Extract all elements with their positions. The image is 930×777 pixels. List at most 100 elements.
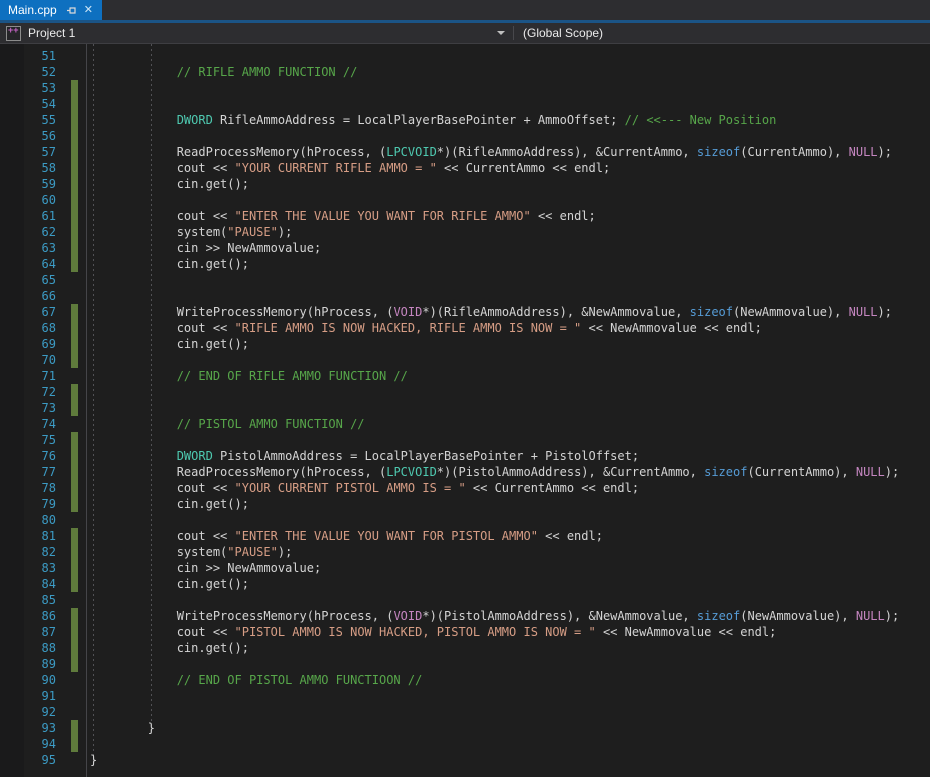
chevron-down-icon[interactable] xyxy=(497,31,505,35)
line-number[interactable]: 86 xyxy=(0,608,56,624)
line-number[interactable]: 89 xyxy=(0,656,56,672)
line-number[interactable]: 65 xyxy=(0,272,56,288)
line-number[interactable]: 77 xyxy=(0,464,56,480)
code-line[interactable]: 68 cout << "RIFLE AMMO IS NOW HACKED, RI… xyxy=(0,320,930,336)
global-scope-dropdown[interactable]: (Global Scope) xyxy=(514,23,930,43)
line-number[interactable]: 87 xyxy=(0,624,56,640)
code-line[interactable]: 72 xyxy=(0,384,930,400)
code-line[interactable]: 83 cin >> NewAmmovalue; xyxy=(0,560,930,576)
code-line[interactable]: 78 cout << "YOUR CURRENT PISTOL AMMO IS … xyxy=(0,480,930,496)
line-number[interactable]: 53 xyxy=(0,80,56,96)
code-line[interactable]: 90 // END OF PISTOL AMMO FUNCTIOON // xyxy=(0,672,930,688)
line-number[interactable]: 73 xyxy=(0,400,56,416)
code-line[interactable]: 52 // RIFLE AMMO FUNCTION // xyxy=(0,64,930,80)
line-number[interactable]: 52 xyxy=(0,64,56,80)
line-number[interactable]: 56 xyxy=(0,128,56,144)
line-number[interactable]: 91 xyxy=(0,688,56,704)
line-number[interactable]: 74 xyxy=(0,416,56,432)
line-number[interactable]: 72 xyxy=(0,384,56,400)
code-line[interactable]: 63 cin >> NewAmmovalue; xyxy=(0,240,930,256)
line-number[interactable]: 67 xyxy=(0,304,56,320)
code-line[interactable]: 66 xyxy=(0,288,930,304)
code-line[interactable]: 59 cin.get(); xyxy=(0,176,930,192)
code-line[interactable]: 92 xyxy=(0,704,930,720)
line-number[interactable]: 70 xyxy=(0,352,56,368)
line-number[interactable]: 63 xyxy=(0,240,56,256)
line-number[interactable]: 75 xyxy=(0,432,56,448)
code-line[interactable]: 80 xyxy=(0,512,930,528)
line-number[interactable]: 66 xyxy=(0,288,56,304)
code-line[interactable]: 77 ReadProcessMemory(hProcess, (LPCVOID*… xyxy=(0,464,930,480)
code-line[interactable]: 88 cin.get(); xyxy=(0,640,930,656)
code-line[interactable]: 55 DWORD RifleAmmoAddress = LocalPlayerB… xyxy=(0,112,930,128)
line-number[interactable]: 58 xyxy=(0,160,56,176)
line-number[interactable]: 61 xyxy=(0,208,56,224)
code-line[interactable]: 82 system("PAUSE"); xyxy=(0,544,930,560)
code-text: cin.get(); xyxy=(90,640,249,656)
project-scope-dropdown[interactable]: Project 1 xyxy=(0,23,513,43)
line-number[interactable]: 64 xyxy=(0,256,56,272)
line-number[interactable]: 85 xyxy=(0,592,56,608)
line-number[interactable]: 51 xyxy=(0,48,56,64)
line-number[interactable]: 81 xyxy=(0,528,56,544)
tab-main-cpp[interactable]: Main.cpp ✕ xyxy=(0,0,102,20)
code-line[interactable]: 54 xyxy=(0,96,930,112)
code-line[interactable]: 56 xyxy=(0,128,930,144)
code-line[interactable]: 64 cin.get(); xyxy=(0,256,930,272)
code-text: // RIFLE AMMO FUNCTION // xyxy=(90,64,357,80)
line-number[interactable]: 95 xyxy=(0,752,56,768)
code-line[interactable]: 71 // END OF RIFLE AMMO FUNCTION // xyxy=(0,368,930,384)
line-number[interactable]: 62 xyxy=(0,224,56,240)
line-number[interactable]: 71 xyxy=(0,368,56,384)
code-line[interactable]: 51 xyxy=(0,48,930,64)
code-line[interactable]: 94 xyxy=(0,736,930,752)
line-number[interactable]: 68 xyxy=(0,320,56,336)
line-number[interactable]: 94 xyxy=(0,736,56,752)
line-number[interactable]: 78 xyxy=(0,480,56,496)
line-number[interactable]: 55 xyxy=(0,112,56,128)
code-line[interactable]: 70 xyxy=(0,352,930,368)
line-number[interactable]: 60 xyxy=(0,192,56,208)
code-line[interactable]: 53 xyxy=(0,80,930,96)
line-number[interactable]: 59 xyxy=(0,176,56,192)
code-line[interactable]: 81 cout << "ENTER THE VALUE YOU WANT FOR… xyxy=(0,528,930,544)
code-line[interactable]: 60 xyxy=(0,192,930,208)
code-line[interactable]: 69 cin.get(); xyxy=(0,336,930,352)
code-line[interactable]: 67 WriteProcessMemory(hProcess, (VOID*)(… xyxy=(0,304,930,320)
code-line[interactable]: 84 cin.get(); xyxy=(0,576,930,592)
line-number[interactable]: 93 xyxy=(0,720,56,736)
change-tracking-bar xyxy=(71,208,78,224)
line-number[interactable]: 80 xyxy=(0,512,56,528)
line-number[interactable]: 92 xyxy=(0,704,56,720)
line-number[interactable]: 69 xyxy=(0,336,56,352)
pin-icon[interactable] xyxy=(66,5,77,16)
line-number[interactable]: 76 xyxy=(0,448,56,464)
code-line[interactable]: 58 cout << "YOUR CURRENT RIFLE AMMO = " … xyxy=(0,160,930,176)
code-line[interactable]: 85 xyxy=(0,592,930,608)
code-line[interactable]: 57 ReadProcessMemory(hProcess, (LPCVOID*… xyxy=(0,144,930,160)
code-line[interactable]: 87 cout << "PISTOL AMMO IS NOW HACKED, P… xyxy=(0,624,930,640)
code-line[interactable]: 75 xyxy=(0,432,930,448)
line-number[interactable]: 84 xyxy=(0,576,56,592)
line-number[interactable]: 82 xyxy=(0,544,56,560)
code-line[interactable]: 74 // PISTOL AMMO FUNCTION // xyxy=(0,416,930,432)
code-line[interactable]: 93 } xyxy=(0,720,930,736)
code-line[interactable]: 79 cin.get(); xyxy=(0,496,930,512)
code-line[interactable]: 73 xyxy=(0,400,930,416)
line-number[interactable]: 88 xyxy=(0,640,56,656)
code-editor[interactable]: 5152 // RIFLE AMMO FUNCTION //535455 DWO… xyxy=(0,44,930,777)
close-icon[interactable]: ✕ xyxy=(84,5,93,16)
code-line[interactable]: 61 cout << "ENTER THE VALUE YOU WANT FOR… xyxy=(0,208,930,224)
line-number[interactable]: 90 xyxy=(0,672,56,688)
code-line[interactable]: 76 DWORD PistolAmmoAddress = LocalPlayer… xyxy=(0,448,930,464)
code-line[interactable]: 91 xyxy=(0,688,930,704)
line-number[interactable]: 57 xyxy=(0,144,56,160)
code-line[interactable]: 95} xyxy=(0,752,930,768)
line-number[interactable]: 54 xyxy=(0,96,56,112)
line-number[interactable]: 79 xyxy=(0,496,56,512)
code-line[interactable]: 86 WriteProcessMemory(hProcess, (VOID*)(… xyxy=(0,608,930,624)
code-line[interactable]: 62 system("PAUSE"); xyxy=(0,224,930,240)
code-line[interactable]: 89 xyxy=(0,656,930,672)
code-line[interactable]: 65 xyxy=(0,272,930,288)
line-number[interactable]: 83 xyxy=(0,560,56,576)
